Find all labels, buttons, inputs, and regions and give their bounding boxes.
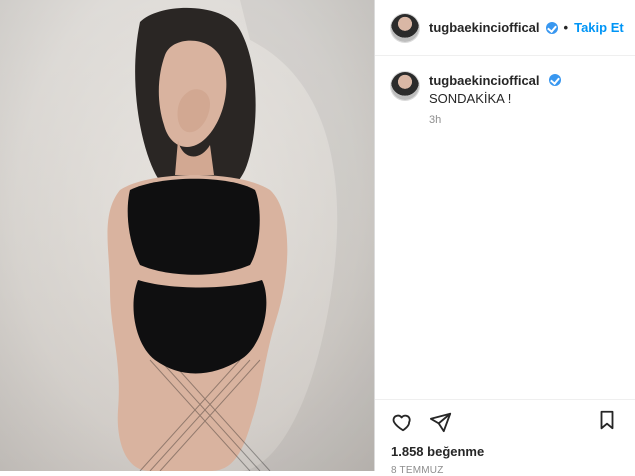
caption-comment: tugbaekincioffical SONDAKİKA ! 3h	[375, 56, 635, 126]
follow-button[interactable]: Takip Et	[574, 20, 624, 35]
bookmark-icon	[600, 410, 614, 430]
heart-icon	[392, 414, 411, 432]
likes-count[interactable]: 1.858 beğenme	[391, 444, 619, 459]
author-row: tugbaekincioffical • Takip Et	[429, 20, 624, 35]
instagram-post: tugbaekincioffical • Takip Et tugbaekinc…	[0, 0, 635, 476]
post-header: tugbaekincioffical • Takip Et	[375, 0, 635, 56]
post-image[interactable]	[0, 0, 374, 471]
post-footer: 1.858 beğenme 8 TEMMUZ	[375, 399, 635, 476]
share-button[interactable]	[429, 410, 453, 434]
action-bar	[391, 410, 619, 434]
caption-username[interactable]: tugbaekincioffical	[429, 73, 540, 88]
caption-time[interactable]: 3h	[429, 114, 619, 126]
post-photo-illustration	[107, 0, 374, 471]
verified-badge-icon	[549, 74, 562, 86]
save-button[interactable]	[595, 408, 619, 432]
left-actions	[391, 410, 453, 434]
author-avatar[interactable]	[391, 13, 419, 42]
verified-badge-icon	[545, 21, 558, 34]
paper-plane-icon	[430, 412, 452, 433]
caption-avatar[interactable]	[391, 72, 419, 100]
caption-text: SONDAKİKA !	[429, 91, 512, 106]
right-actions	[595, 408, 619, 436]
post-side-panel: tugbaekincioffical • Takip Et tugbaekinc…	[374, 0, 635, 476]
separator-dot: •	[563, 20, 569, 35]
like-button[interactable]	[391, 410, 415, 434]
caption-body: tugbaekincioffical SONDAKİKA !	[429, 72, 619, 108]
author-username[interactable]: tugbaekincioffical	[429, 20, 540, 35]
